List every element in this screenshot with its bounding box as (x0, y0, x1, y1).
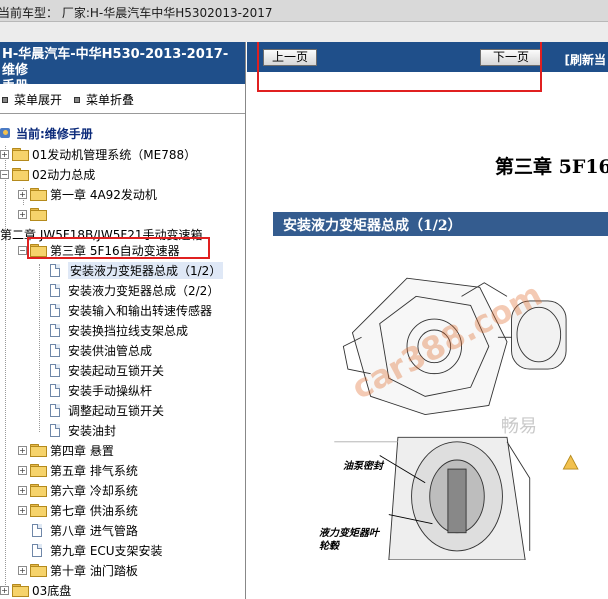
document-icon (32, 523, 42, 537)
tree-item-label: 第一章 4A92发动机 (50, 187, 157, 202)
folder-icon (30, 564, 47, 577)
tree-item-label: 03底盘 (32, 583, 72, 598)
tree-leaf-label: 安装供油管总成 (68, 343, 153, 358)
expand-icon[interactable]: + (18, 465, 27, 475)
tree-item[interactable]: + (18, 205, 50, 223)
oil-seal-label: 油泵密封 (343, 461, 383, 472)
tree-item-label: 第六章 冷却系统 (50, 483, 138, 498)
refresh-link[interactable]: [刷新当 (565, 51, 607, 68)
chapter-title: 第三章 5F16 (495, 156, 608, 178)
transmission-diagram (334, 277, 579, 560)
folder-icon (30, 444, 47, 457)
tree-item[interactable]: + 第一章 4A92发动机 (18, 185, 157, 203)
tree-item[interactable]: + 第六章 冷却系统 (18, 481, 138, 499)
tree-item[interactable]: + 第十章 油门踏板 (18, 561, 138, 579)
book-icon (0, 127, 12, 139)
tree-root[interactable]: 当前:维修手册 (0, 124, 93, 142)
vehicle-label: 当前车型： 厂家:H-华晨汽车中华H5302013-2017 (0, 6, 273, 20)
tree-leaf[interactable]: 调整起动互锁开关 (50, 401, 164, 419)
collapse-icon[interactable]: − (18, 245, 27, 255)
tree-item[interactable]: − 02动力总成 (0, 165, 95, 183)
folder-icon (12, 584, 29, 597)
tree-leaf-label: 调整起动互锁开关 (68, 403, 165, 418)
expand-icon[interactable]: + (18, 189, 27, 199)
tree-leaf[interactable]: 安装油封 (50, 421, 116, 439)
tree-item[interactable]: + 01发动机管理系统（ME788） (0, 145, 196, 163)
document-icon (50, 323, 60, 337)
folder-icon (12, 168, 29, 181)
expand-icon[interactable]: + (18, 505, 27, 515)
expand-icon[interactable]: + (0, 149, 9, 159)
tree-leaf[interactable]: 安装液力变矩器总成（1/2） (50, 261, 224, 279)
folder-icon (12, 148, 29, 161)
tree-leaf[interactable]: 安装起动互锁开关 (50, 361, 164, 379)
document-page: 第三章 5F16 安装液力变矩器总成（1/2） 油泵密封 液力变矩器叶 轮毂 c… (247, 72, 608, 599)
tree-leaf-label: 安装起动互锁开关 (68, 363, 165, 378)
tree-leaf[interactable]: 第八章 进气管路 (32, 521, 138, 539)
watermark-cn: 畅易 (501, 416, 537, 437)
folder-icon (30, 504, 47, 517)
tree-item[interactable]: + 第五章 排气系统 (18, 461, 138, 479)
section-banner-text: 安装液力变矩器总成（1/2） (283, 218, 462, 234)
tree-leaf-label: 安装换挡拉线支架总成 (68, 323, 189, 338)
document-icon (32, 543, 42, 557)
document-icon (50, 283, 60, 297)
tree-item[interactable]: + 03底盘 (0, 581, 71, 599)
folder-icon (30, 484, 47, 497)
document-icon (50, 303, 60, 317)
tree-line (39, 264, 40, 432)
current-manual-label: 当前:维修手册 (16, 126, 93, 141)
tree-leaf-label: 第八章 进气管路 (50, 523, 138, 538)
tree-leaf[interactable]: 安装液力变矩器总成（2/2） (50, 281, 219, 299)
tree-leaf-label: 第九章 ECU支架安装 (50, 543, 163, 558)
tree-item-label: 第十章 油门踏板 (50, 563, 138, 578)
tree-item[interactable]: + 第四章 悬置 (18, 441, 114, 459)
document-icon (50, 363, 60, 377)
tree-line (5, 146, 6, 587)
sidebar: H-华晨汽车-中华H530-2013-2017- 维修 手册. 菜单展开 菜单折… (0, 42, 246, 599)
folder-icon (30, 208, 47, 221)
tree-leaf[interactable]: 安装换挡拉线支架总成 (50, 321, 188, 339)
collapse-icon[interactable]: − (0, 169, 9, 179)
top-strip (0, 22, 608, 42)
tree-leaf-label: 安装油封 (68, 423, 117, 438)
highlight-box (27, 237, 210, 259)
expand-icon[interactable]: + (18, 565, 27, 575)
tree-leaf[interactable]: 安装供油管总成 (50, 341, 152, 359)
tree-leaf[interactable]: 安装手动操纵杆 (50, 381, 152, 399)
highlight-box (257, 42, 542, 92)
expand-icon[interactable]: + (0, 585, 9, 595)
hub-label-line2: 轮毂 (319, 541, 339, 552)
tree-leaf-label: 安装手动操纵杆 (68, 383, 153, 398)
main-panel: 上一页 下一页 [刷新当 第三章 5F16 安装液力变矩器总成（1/2） 油泵密… (247, 42, 608, 599)
tree-leaf[interactable]: 安装输入和输出转速传感器 (50, 301, 212, 319)
tree-item[interactable]: + 第七章 供油系统 (18, 501, 138, 519)
document-icon (50, 383, 60, 397)
expand-icon[interactable]: + (18, 209, 27, 219)
tree-item-label: 第七章 供油系统 (50, 503, 138, 518)
title-bar: 当前车型： 厂家:H-华晨汽车中华H5302013-2017 (0, 0, 608, 22)
tree-item-label: 01发动机管理系统（ME788） (32, 147, 197, 162)
tree-item-label: 第四章 悬置 (50, 443, 114, 458)
document-icon (50, 263, 60, 277)
tree-leaf-label: 安装液力变矩器总成（1/2） (68, 261, 224, 279)
document-icon (50, 423, 60, 437)
document-icon (50, 403, 60, 417)
tree-item-label: 第五章 排气系统 (50, 463, 138, 478)
expand-icon[interactable]: + (18, 485, 27, 495)
tree-leaf[interactable]: 第九章 ECU支架安装 (32, 541, 163, 559)
tree-item-label: 02动力总成 (32, 167, 96, 182)
folder-icon (30, 464, 47, 477)
document-icon (50, 343, 60, 357)
folder-icon (30, 188, 47, 201)
tree-leaf-label: 安装液力变矩器总成（2/2） (68, 283, 220, 298)
tree-leaf-label: 安装输入和输出转速传感器 (68, 303, 213, 318)
tree-view: 当前:维修手册 + 01发动机管理系统（ME788） − 02动力总成 + 第一… (0, 42, 245, 599)
expand-icon[interactable]: + (18, 445, 27, 455)
